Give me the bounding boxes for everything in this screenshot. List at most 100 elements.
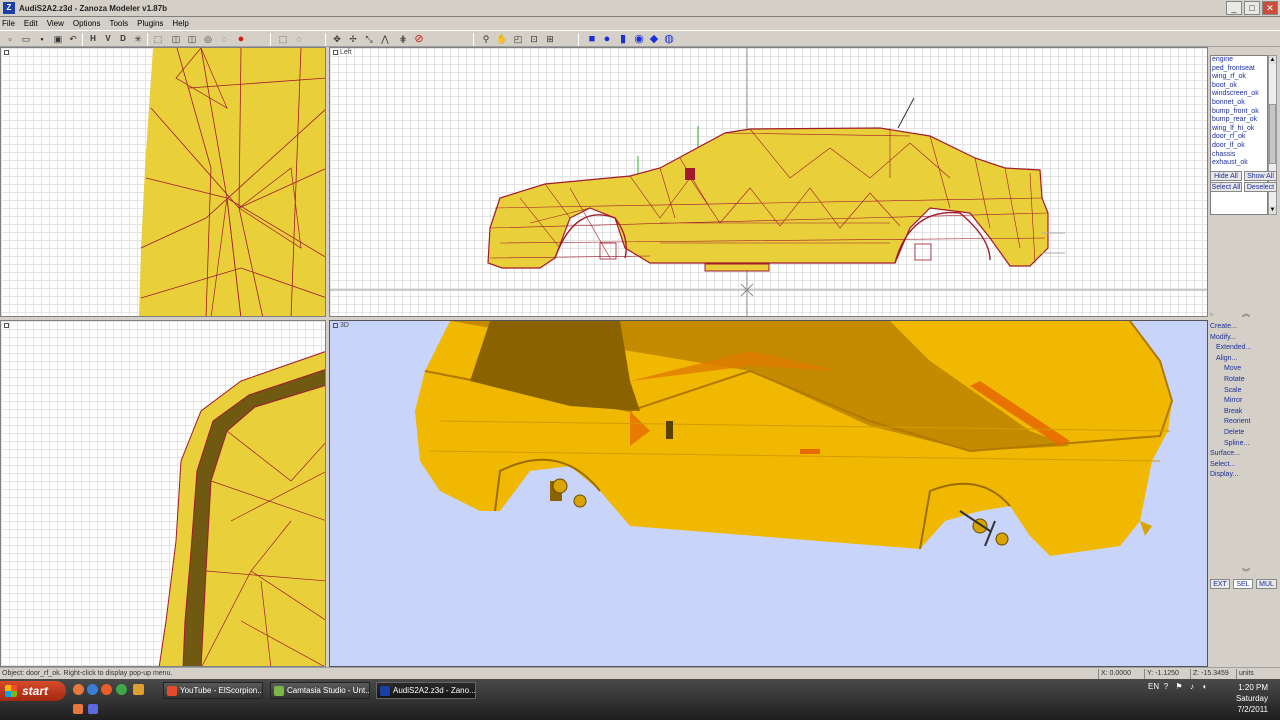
cmd-surface[interactable]: Surface... [1208, 449, 1280, 460]
volume-icon[interactable]: ♪ [1187, 682, 1197, 692]
mul-mode-button[interactable]: MUL [1256, 579, 1277, 589]
shade-flat-icon[interactable]: ■ [586, 33, 598, 45]
view-v-button[interactable]: V [102, 33, 114, 45]
select-all-button[interactable]: Select All [1210, 182, 1242, 192]
menu-plugins[interactable]: Plugins [137, 19, 163, 28]
shade-cylinder-icon[interactable]: ▮ [617, 33, 629, 45]
list-item[interactable]: door_lf_ok [1211, 142, 1267, 151]
cmd-mirror[interactable]: Mirror [1208, 396, 1280, 407]
zoom-icon[interactable]: ⚲ [480, 33, 492, 45]
hide-all-button[interactable]: Hide All [1210, 171, 1242, 181]
mirror-icon[interactable]: ⋀ [379, 33, 391, 45]
list-item[interactable]: wing_rf_ok [1211, 73, 1267, 82]
sel-mode-button[interactable]: SEL [1233, 579, 1253, 589]
show-all-button[interactable]: Show All [1244, 171, 1277, 181]
cmd-create[interactable]: Create... [1208, 322, 1280, 333]
scroll-thumb[interactable] [1269, 104, 1276, 164]
list-item[interactable]: wing_lf_hi_ok [1211, 125, 1267, 134]
move-icon[interactable]: ✥ [331, 33, 343, 45]
render-sphere-icon[interactable]: ● [235, 33, 247, 45]
menu-options[interactable]: Options [73, 19, 101, 28]
chrome-icon[interactable] [73, 704, 83, 714]
camera-icon[interactable]: ◍ [663, 33, 675, 45]
scale-icon[interactable]: ⤡ [363, 33, 375, 45]
viewport-top-left[interactable] [0, 47, 326, 317]
panel-pin-icon[interactable]: ▫ [1210, 310, 1213, 319]
list-item[interactable]: windscreen_ok [1211, 90, 1267, 99]
save-icon[interactable]: ▪ [36, 33, 48, 45]
task-camtasia[interactable]: Camtasia Studio - Unt... [270, 682, 370, 699]
cmd-delete[interactable]: Delete [1208, 428, 1280, 439]
sphere-icon[interactable]: ◌ [218, 33, 230, 45]
ext-mode-button[interactable]: EXT [1210, 579, 1230, 589]
list-item[interactable]: boot_ok [1211, 82, 1267, 91]
cmd-extended[interactable]: Extended... [1208, 343, 1280, 354]
shade-smooth-icon[interactable]: ◉ [633, 33, 645, 45]
flag-icon[interactable]: ⚑ [1174, 682, 1184, 692]
list-item[interactable]: bump_rear_ok [1211, 116, 1267, 125]
list-item[interactable]: exhaust_ok [1211, 159, 1267, 168]
network-icon[interactable]: ◐ [1200, 682, 1210, 692]
language-icon[interactable]: EN [1148, 682, 1159, 692]
scroll-up-icon[interactable]: ▲ [1269, 56, 1276, 64]
cmd-spline[interactable]: Spline... [1208, 439, 1280, 450]
grid-icon[interactable]: ⊞ [544, 33, 556, 45]
view-d-button[interactable]: D [117, 33, 129, 45]
cmd-break[interactable]: Break [1208, 407, 1280, 418]
deselect-button[interactable]: Deselect [1244, 182, 1277, 192]
axis-gizmo-icon[interactable]: ✳ [132, 33, 144, 45]
view-h-button[interactable]: H [87, 33, 99, 45]
cmd-reorient[interactable]: Reorient [1208, 417, 1280, 428]
firefox-icon[interactable] [73, 684, 84, 695]
box-icon[interactable]: ◫ [186, 33, 198, 45]
menu-help[interactable]: Help [172, 19, 188, 28]
list-item[interactable]: door_rf_ok [1211, 133, 1267, 142]
clock[interactable]: 1:20 PM Saturday 7/2/2011 [1236, 682, 1268, 715]
marquee-icon[interactable]: ⬚ [277, 33, 289, 45]
collapse-up-icon[interactable]: ︽ [1242, 308, 1250, 319]
cmd-move[interactable]: Move [1208, 364, 1280, 375]
list-item[interactable]: ped_frontseat [1211, 65, 1267, 74]
start-button[interactable]: start [0, 681, 66, 701]
zoom-region-icon[interactable]: ⊡ [528, 33, 540, 45]
pan-icon[interactable]: ✋ [496, 33, 508, 45]
folder-icon[interactable] [133, 684, 144, 695]
viewport-menu-icon[interactable] [4, 322, 9, 328]
light-icon[interactable]: ◆ [648, 33, 660, 45]
list-item[interactable]: chassis [1211, 151, 1267, 160]
save-as-icon[interactable]: ▣ [52, 33, 64, 45]
viewport-3d[interactable]: 3D [329, 320, 1208, 667]
cmd-scale[interactable]: Scale [1208, 386, 1280, 397]
cmd-align[interactable]: Align... [1208, 354, 1280, 365]
cmd-rotate[interactable]: Rotate [1208, 375, 1280, 386]
help-icon[interactable]: ? [1161, 682, 1171, 692]
task-zanoza[interactable]: AudiS2A2.z3d - Zano... [376, 682, 476, 699]
list-item[interactable]: bump_front_ok [1211, 108, 1267, 117]
viewport-menu-icon[interactable] [333, 49, 338, 55]
scroll-down-icon[interactable]: ▼ [1269, 206, 1276, 214]
maximize-button[interactable]: □ [1244, 1, 1260, 15]
app-icon[interactable] [88, 704, 98, 714]
undo-icon[interactable]: ↶ [67, 33, 79, 45]
shade-sphere-icon[interactable]: ● [601, 33, 613, 45]
cmd-modify[interactable]: Modify... [1208, 333, 1280, 344]
minimize-button[interactable]: _ [1226, 1, 1242, 15]
no-snap-icon[interactable]: ⊘ [413, 33, 425, 45]
close-button[interactable]: ✕ [1262, 1, 1278, 15]
box-icon[interactable]: ◫ [170, 33, 182, 45]
menu-file[interactable]: File [2, 19, 15, 28]
viewport-menu-icon[interactable] [4, 49, 9, 55]
viewport-bottom-left[interactable] [0, 320, 326, 667]
rotate-icon[interactable]: ✢ [347, 33, 359, 45]
viewport-menu-icon[interactable] [333, 322, 338, 328]
snap-icon[interactable]: ⋕ [397, 33, 409, 45]
menu-view[interactable]: View [47, 19, 64, 28]
new-file-icon[interactable]: ▫ [4, 33, 16, 45]
open-folder-icon[interactable]: ▭ [20, 33, 32, 45]
lasso-icon[interactable]: ◌ [293, 33, 305, 45]
list-item[interactable]: bonnet_ok [1211, 99, 1267, 108]
zoom-extents-icon[interactable]: ◰ [512, 33, 524, 45]
task-youtube[interactable]: YouTube - ElScorpion... [163, 682, 263, 699]
cylinder-icon[interactable]: ◎ [202, 33, 214, 45]
cmd-display[interactable]: Display... [1208, 470, 1280, 481]
